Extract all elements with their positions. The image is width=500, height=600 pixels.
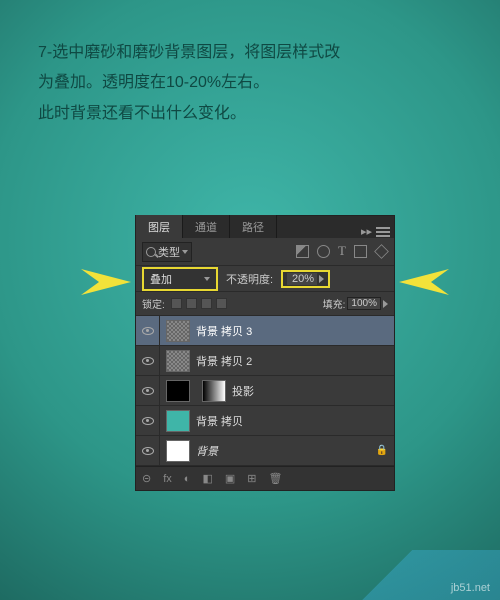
layer-mask-thumbnail[interactable] [202, 380, 226, 402]
layer-thumbnail[interactable] [166, 440, 190, 462]
opacity-value: 20% [287, 273, 317, 285]
layer-thumbnail[interactable] [166, 350, 190, 372]
filter-kind-label: 类型 [158, 244, 180, 260]
eye-icon [142, 357, 154, 365]
instruction-line: 此时背景还看不出什么变化。 [38, 99, 462, 129]
layer-name: 背景 拷贝 2 [196, 353, 394, 369]
visibility-toggle[interactable] [136, 436, 160, 465]
link-layers-icon[interactable]: ⊝ [142, 472, 151, 485]
filter-smart-icon[interactable] [374, 244, 389, 259]
adjustment-layer-icon[interactable]: ◧ [202, 472, 212, 485]
panel-menu-icon[interactable] [376, 227, 390, 237]
layer-row[interactable]: 背景 拷贝 [136, 406, 394, 436]
chevron-down-icon [204, 277, 210, 281]
watermark-text: jb51.net [451, 582, 490, 594]
layers-panel: 图层 通道 路径 ▸▸ 类型 T 叠加 [135, 215, 395, 491]
lock-label: 锁定: [142, 296, 165, 311]
chevron-down-icon [182, 250, 188, 254]
instruction-line: 为叠加。透明度在10-20%左右。 [38, 68, 462, 98]
instruction-line: 7-选中磨砂和磨砂背景图层，将图层样式改 [38, 38, 462, 68]
visibility-toggle[interactable] [136, 406, 160, 435]
layer-name: 背景 拷贝 3 [196, 323, 394, 339]
layers-list: 背景 拷贝 3 背景 拷贝 2 投影 背景 拷贝 背景 [136, 316, 394, 466]
layer-row[interactable]: 背景 拷贝 3 [136, 316, 394, 346]
fill-label: 填充: [323, 296, 346, 311]
blend-opacity-row: 叠加 不透明度: 20% [136, 266, 394, 292]
layer-thumbnail[interactable] [166, 320, 190, 342]
eye-icon [142, 417, 154, 425]
lock-all-icon[interactable] [216, 298, 227, 309]
panel-tabs: 图层 通道 路径 ▸▸ [136, 216, 394, 238]
filter-shape-icon[interactable] [354, 245, 367, 258]
fill-value[interactable]: 100% [347, 297, 381, 310]
lock-position-icon[interactable] [201, 298, 212, 309]
filter-icons: T [296, 245, 388, 258]
slider-icon [319, 275, 324, 283]
layer-row[interactable]: 背景 🔒 [136, 436, 394, 466]
layer-mask-icon[interactable]: ◐ [184, 473, 191, 485]
lock-icons [171, 298, 227, 309]
tab-paths[interactable]: 路径 [230, 215, 277, 238]
lock-fill-row: 锁定: 填充: 100% [136, 292, 394, 316]
filter-row: 类型 T [136, 238, 394, 266]
opacity-label: 不透明度: [226, 271, 273, 287]
blend-mode-dropdown[interactable]: 叠加 [142, 267, 218, 291]
visibility-toggle[interactable] [136, 316, 160, 345]
tab-layers[interactable]: 图层 [136, 215, 183, 238]
search-icon [146, 247, 156, 257]
tab-channels[interactable]: 通道 [183, 215, 230, 238]
filter-kind-dropdown[interactable]: 类型 [142, 242, 192, 262]
filter-pixel-icon[interactable] [296, 245, 309, 258]
eye-icon [142, 327, 154, 335]
layer-name: 背景 拷贝 [196, 413, 394, 429]
layer-row[interactable]: 背景 拷贝 2 [136, 346, 394, 376]
new-layer-icon[interactable]: ⊞ [247, 472, 256, 485]
layer-name: 投影 [232, 383, 394, 399]
instruction-text: 7-选中磨砂和磨砂背景图层，将图层样式改 为叠加。透明度在10-20%左右。 此… [0, 0, 500, 129]
filter-text-icon[interactable]: T [338, 245, 346, 258]
visibility-toggle[interactable] [136, 376, 160, 405]
watermark: jb51.net [320, 550, 500, 600]
lock-pixels-icon[interactable] [186, 298, 197, 309]
group-icon[interactable]: ▣ [225, 472, 235, 485]
layer-thumbnail[interactable] [166, 380, 190, 402]
filter-adjust-icon[interactable] [317, 245, 330, 258]
layers-panel-container: 图层 通道 路径 ▸▸ 类型 T 叠加 [135, 215, 395, 491]
opacity-control[interactable]: 20% [281, 270, 330, 288]
layer-fx-icon[interactable]: fx [163, 473, 172, 485]
visibility-toggle[interactable] [136, 346, 160, 375]
blend-mode-value: 叠加 [150, 271, 172, 287]
eye-icon [142, 447, 154, 455]
callout-arrow-right [399, 269, 449, 295]
layer-name: 背景 [196, 443, 376, 459]
collapse-icon[interactable]: ▸▸ [361, 225, 372, 238]
lock-icon: 🔒 [376, 445, 388, 456]
eye-icon [142, 387, 154, 395]
delete-layer-icon[interactable]: 🗑 [268, 472, 282, 485]
layer-row[interactable]: 投影 [136, 376, 394, 406]
callout-arrow-left [81, 269, 131, 295]
layer-thumbnail[interactable] [166, 410, 190, 432]
slider-icon [383, 300, 388, 308]
lock-transparency-icon[interactable] [171, 298, 182, 309]
panel-bottom-bar: ⊝ fx ◐ ◧ ▣ ⊞ 🗑 [136, 466, 394, 490]
